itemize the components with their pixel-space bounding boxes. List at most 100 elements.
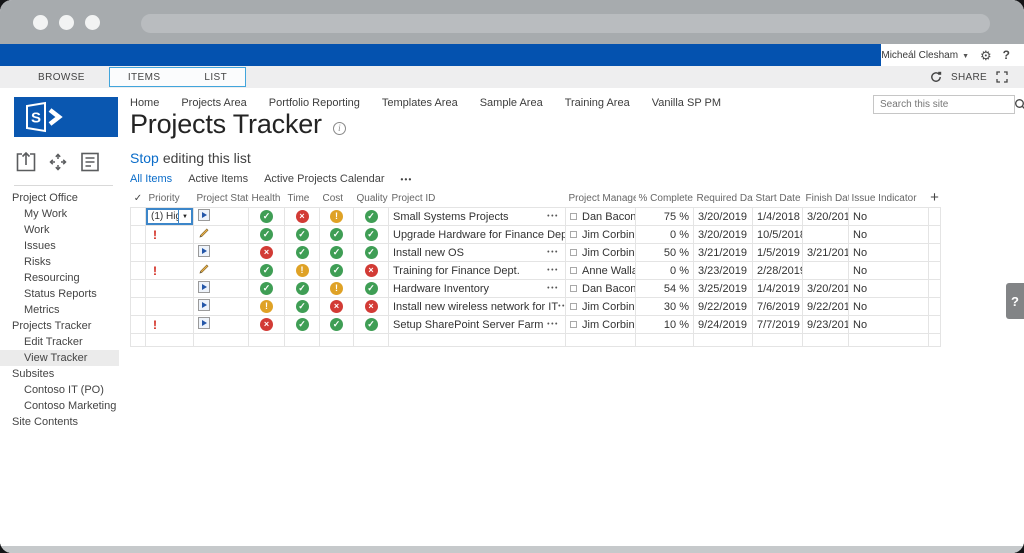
project-manager-cell[interactable]: Jim Corbin [566, 298, 636, 316]
required-date-cell[interactable]: 3/25/2019 [694, 280, 753, 298]
sidebar-item-contoso-marketing-po[interactable]: Contoso Marketing (PO) [0, 398, 119, 414]
row-select-cell[interactable] [131, 226, 146, 244]
table-row[interactable]: !✓!✓×Training for Finance Dept.•••Anne W… [131, 262, 941, 280]
sidebar-section-project-office[interactable]: Project Office [0, 190, 119, 206]
project-manager-cell[interactable]: Jim Corbin [566, 244, 636, 262]
add-column-cell[interactable] [929, 262, 941, 280]
cost-indicator-cell[interactable]: ! [320, 208, 354, 226]
priority-cell[interactable]: (1) High▼ [146, 208, 194, 226]
top-nav-link-vanilla-sp-pm[interactable]: Vanilla SP PM [652, 97, 721, 109]
site-search[interactable] [873, 95, 1015, 114]
percent-complete-cell[interactable]: 30 % [636, 298, 694, 316]
sidebar-item-resourcing[interactable]: Resourcing [0, 270, 119, 286]
top-nav-link-sample-area[interactable]: Sample Area [480, 97, 543, 109]
help-tab[interactable]: ? [1006, 283, 1024, 319]
column-header-cost[interactable]: Cost [320, 189, 354, 208]
sidebar-item-status-reports[interactable]: Status Reports [0, 286, 119, 302]
project-status-cell[interactable] [194, 280, 249, 298]
percent-complete-cell[interactable]: 75 % [636, 208, 694, 226]
row-menu-icon[interactable]: ••• [547, 267, 561, 274]
priority-cell[interactable]: ! [146, 316, 194, 334]
top-nav-link-home[interactable]: Home [130, 97, 159, 109]
finish-date-cell[interactable] [803, 262, 849, 280]
health-indicator-cell[interactable]: ✓ [249, 208, 285, 226]
sidebar-item-contoso-it-po[interactable]: Contoso IT (PO) [0, 382, 119, 398]
row-select-cell[interactable] [131, 244, 146, 262]
person-checkbox[interactable] [570, 321, 577, 328]
table-row[interactable]: (1) High▼✓×!✓Small Systems Projects•••Da… [131, 208, 941, 226]
focus-mode-icon[interactable] [996, 71, 1008, 83]
health-indicator-cell[interactable]: ! [249, 298, 285, 316]
share-button[interactable]: SHARE [951, 72, 987, 83]
start-date-cell[interactable]: 10/5/2018 [753, 226, 803, 244]
finish-date-cell[interactable]: 3/21/2019 [803, 244, 849, 262]
quality-indicator-cell[interactable]: ✓ [354, 244, 389, 262]
issue-indicator-cell[interactable]: No [849, 280, 929, 298]
issue-indicator-cell[interactable]: No [849, 262, 929, 280]
time-indicator-cell[interactable]: ✓ [285, 316, 320, 334]
top-nav-link-templates-area[interactable]: Templates Area [382, 97, 458, 109]
notebook-icon[interactable] [78, 150, 102, 174]
issue-indicator-cell[interactable]: No [849, 244, 929, 262]
required-date-cell[interactable]: 9/24/2019 [694, 316, 753, 334]
sidebar-item-metrics[interactable]: Metrics [0, 302, 119, 318]
move-icon[interactable] [46, 150, 70, 174]
tab-browse[interactable]: BROWSE [38, 72, 85, 83]
priority-cell[interactable] [146, 280, 194, 298]
column-header-project-status[interactable]: Project Status [194, 189, 249, 208]
project-manager-cell[interactable]: Dan Bacon [566, 208, 636, 226]
person-checkbox[interactable] [570, 267, 577, 274]
empty-cell[interactable] [929, 334, 941, 347]
stop-editing-link[interactable]: Stop [130, 150, 159, 166]
health-indicator-cell[interactable]: × [249, 316, 285, 334]
sidebar-item-edit-tracker[interactable]: Edit Tracker [0, 334, 119, 350]
sharepoint-logo[interactable]: S [14, 97, 118, 137]
health-indicator-cell[interactable]: × [249, 244, 285, 262]
address-bar[interactable] [141, 14, 990, 33]
finish-date-cell[interactable]: 3/20/2019 [803, 280, 849, 298]
time-indicator-cell[interactable]: ✓ [285, 298, 320, 316]
person-checkbox[interactable] [570, 285, 577, 292]
column-header-finish-date[interactable]: Finish Date [803, 189, 849, 208]
start-date-cell[interactable]: 1/4/2019 [753, 280, 803, 298]
new-item-row[interactable] [131, 334, 941, 347]
info-icon[interactable]: i [333, 122, 346, 135]
sidebar-item-my-work[interactable]: My Work [0, 206, 119, 222]
quality-indicator-cell[interactable]: ✓ [354, 280, 389, 298]
time-indicator-cell[interactable]: ✓ [285, 244, 320, 262]
priority-cell[interactable] [146, 244, 194, 262]
column-header-complete[interactable]: % Complete [636, 189, 694, 208]
project-id-cell[interactable]: Training for Finance Dept. ••• [389, 262, 566, 280]
empty-cell[interactable] [285, 334, 320, 347]
project-manager-cell[interactable]: Anne Wallace [566, 262, 636, 280]
project-manager-cell[interactable]: Jim Corbin [566, 226, 636, 244]
percent-complete-cell[interactable]: 0 % [636, 226, 694, 244]
person-checkbox[interactable] [570, 213, 577, 220]
issue-indicator-cell[interactable]: No [849, 226, 929, 244]
sidebar-item-work[interactable]: Work [0, 222, 119, 238]
add-column-cell[interactable] [929, 244, 941, 262]
priority-cell[interactable]: ! [146, 262, 194, 280]
table-row[interactable]: !×✓✓✓Setup SharePoint Server Farm•••Jim … [131, 316, 941, 334]
required-date-cell[interactable]: 3/23/2019 [694, 262, 753, 280]
percent-complete-cell[interactable]: 10 % [636, 316, 694, 334]
row-menu-icon[interactable]: ••• [558, 303, 565, 310]
cost-indicator-cell[interactable]: ✓ [320, 226, 354, 244]
finish-date-cell[interactable] [803, 226, 849, 244]
project-id-cell[interactable]: Install new OS••• [389, 244, 566, 262]
cost-indicator-cell[interactable]: × [320, 298, 354, 316]
start-date-cell[interactable]: 1/5/2019 [753, 244, 803, 262]
view-link-active-projects-calendar[interactable]: Active Projects Calendar [264, 173, 384, 185]
issue-indicator-cell[interactable]: No [849, 208, 929, 226]
empty-cell[interactable] [753, 334, 803, 347]
person-checkbox[interactable] [570, 249, 577, 256]
column-header-priority[interactable]: Priority [146, 189, 194, 208]
person-checkbox[interactable] [570, 231, 577, 238]
add-column-cell[interactable] [929, 226, 941, 244]
search-icon[interactable] [1012, 98, 1024, 111]
project-id-text[interactable]: Training for Finance Dept. [393, 265, 520, 277]
window-control-dot[interactable] [85, 15, 100, 30]
add-column-cell[interactable] [929, 316, 941, 334]
health-indicator-cell[interactable]: ✓ [249, 280, 285, 298]
required-date-cell[interactable]: 3/20/2019 [694, 226, 753, 244]
